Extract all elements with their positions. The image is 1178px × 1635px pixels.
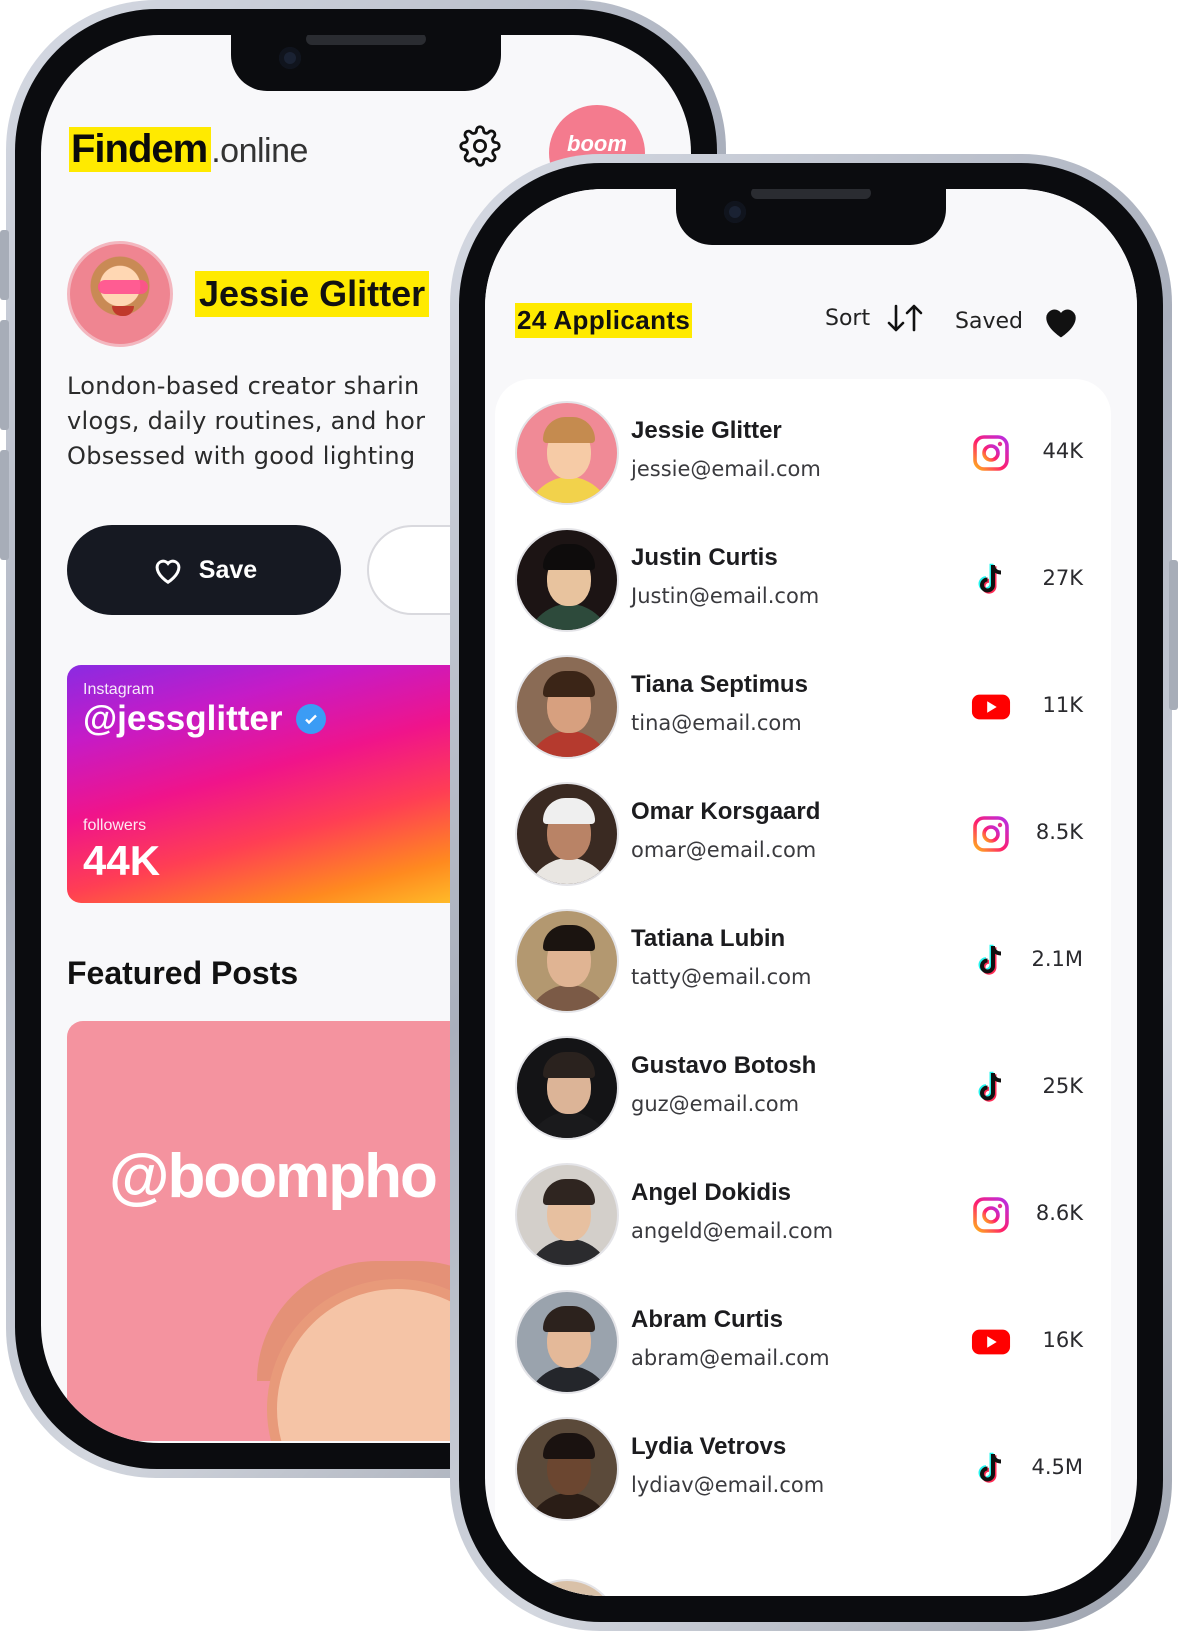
- instagram-icon: [971, 814, 1011, 854]
- instagram-handle: @jessglitter: [83, 699, 283, 738]
- side-button: [0, 450, 9, 560]
- applicants-screen: 24 Applicants Sort Saved Jessie Glitter j…: [485, 189, 1137, 1596]
- mockup-stage: Findem .online boom Jessie Glitter London…: [0, 0, 1178, 1635]
- follower-count: 16K: [1042, 1328, 1084, 1352]
- phone-notch: [676, 189, 946, 245]
- profile-name: Jessie Glitter: [195, 271, 430, 317]
- save-button-label: Save: [198, 555, 258, 584]
- applicant-row[interactable]: Tatiana Lubin tatty@email.com 2.1M: [515, 909, 1095, 1019]
- sort-label: Sort: [825, 305, 871, 331]
- applicant-email: guz@email.com: [631, 1092, 800, 1116]
- follower-count: 4.5M: [1031, 1455, 1083, 1479]
- tiktok-icon: [971, 1449, 1011, 1489]
- applicant-name: Gustavo Botosh: [631, 1052, 817, 1079]
- instagram-icon: [971, 1195, 1011, 1235]
- side-button: [1169, 560, 1178, 710]
- youtube-icon: [971, 1322, 1011, 1362]
- heart-filled-icon: [1046, 309, 1076, 338]
- applicant-email: jessie@email.com: [631, 457, 821, 481]
- featured-posts-title: Featured Posts: [67, 955, 299, 991]
- applicants-list: Jessie Glitter jessie@email.com 44K Justin …: [495, 379, 1111, 1596]
- follower-count: 8.5K: [1035, 820, 1083, 844]
- follower-count: 2.1M: [1031, 947, 1083, 971]
- saved-label: Saved: [955, 308, 1023, 334]
- avatar: [515, 1579, 619, 1596]
- follower-count: 27K: [1042, 566, 1084, 590]
- tiktok-icon: [971, 1068, 1011, 1108]
- avatar: [515, 782, 619, 886]
- applicant-row[interactable]: Justin Curtis Justin@email.com 27K: [515, 528, 1095, 638]
- sort-arrows-icon: [887, 304, 923, 332]
- sort-button[interactable]: Sort: [825, 303, 924, 333]
- applicant-name: Angel Dokidis: [631, 1179, 792, 1206]
- applicants-phone: 24 Applicants Sort Saved Jessie Glitter j…: [450, 154, 1172, 1631]
- applicant-name: Lydia Vetrovs: [631, 1433, 787, 1460]
- followers-value: 44K: [83, 837, 161, 884]
- applicant-name: Jessie Glitter: [631, 417, 782, 444]
- brand-logo[interactable]: Findem .online: [69, 127, 308, 172]
- phone-bezel: 24 Applicants Sort Saved Jessie Glitter j…: [459, 163, 1163, 1622]
- side-button: [0, 230, 9, 300]
- brand-strong: Findem: [69, 127, 212, 172]
- followers-label: followers: [83, 817, 147, 834]
- avatar: [515, 1290, 619, 1394]
- applicant-row[interactable]: Angel Dokidis angeld@email.com 8.6K: [515, 1163, 1095, 1273]
- avatar: [515, 909, 619, 1013]
- instagram-icon: [971, 433, 1011, 473]
- profile-avatar: [67, 241, 173, 347]
- avatar: [515, 1163, 619, 1267]
- applicant-name: Tatiana Lubin: [631, 925, 786, 952]
- applicant-email: abram@email.com: [631, 1346, 830, 1370]
- applicant-email: Justin@email.com: [631, 584, 820, 608]
- applicant-email: angeld@email.com: [631, 1219, 834, 1243]
- avatar: [515, 528, 619, 632]
- applicant-row[interactable]: Lydia Vetrovs lydiav@email.com 4.5M: [515, 1417, 1095, 1527]
- applicant-name: Abram Curtis: [631, 1306, 784, 1333]
- gear-icon[interactable]: [459, 125, 501, 167]
- follower-count: 11K: [1042, 693, 1084, 717]
- avatar: [515, 1036, 619, 1140]
- tiktok-icon: [971, 560, 1011, 600]
- applicant-row[interactable]: Omar Korsgaard omar@email.com 8.5K: [515, 782, 1095, 892]
- follower-count: 44K: [1042, 439, 1084, 463]
- side-button: [0, 320, 9, 430]
- avatar: [515, 401, 619, 505]
- tiktok-icon: [971, 941, 1011, 981]
- phone-notch: [231, 35, 501, 91]
- featured-post-tag: @boompho: [109, 1142, 438, 1211]
- applicant-row[interactable]: Jessie Glitter jessie@email.com 44K: [515, 401, 1095, 511]
- avatar: [515, 1417, 619, 1521]
- heart-outline-icon: [155, 559, 181, 585]
- applicant-name: Tiana Septimus: [631, 671, 808, 698]
- applicant-row[interactable]: Abram Curtis abram@email.com 16K: [515, 1290, 1095, 1400]
- applicant-email: tina@email.com: [631, 711, 802, 735]
- applicant-row[interactable]: Tiana Septimus tina@email.com 11K: [515, 655, 1095, 765]
- applicant-email: omar@email.com: [631, 838, 817, 862]
- applicant-email: tatty@email.com: [631, 965, 812, 989]
- featured-post-card[interactable]: @boompho: [67, 1021, 487, 1441]
- instagram-handle-row: @jessglitter: [83, 699, 327, 739]
- save-button[interactable]: Save: [67, 525, 341, 615]
- applicant-row[interactable]: Gustavo Botosh guz@email.com 25K: [515, 1036, 1095, 1146]
- applicants-count-title: 24 Applicants: [515, 303, 693, 338]
- verified-check-icon: [296, 704, 327, 734]
- applicant-email: lydiav@email.com: [631, 1473, 825, 1497]
- applicant-name: Omar Korsgaard: [631, 798, 821, 825]
- brand-light: .online: [211, 132, 308, 170]
- follower-count: 8.6K: [1035, 1201, 1083, 1225]
- avatar: [515, 655, 619, 759]
- camera-icon: [279, 47, 301, 69]
- instagram-label: Instagram: [83, 681, 155, 698]
- applicant-name: Justin Curtis: [631, 544, 778, 571]
- youtube-icon: [971, 687, 1011, 727]
- follower-count: 25K: [1042, 1074, 1084, 1098]
- saved-filter-button[interactable]: Saved: [955, 303, 1081, 339]
- instagram-card[interactable]: Instagram @jessglitter followers 44K: [67, 665, 487, 903]
- camera-icon: [724, 201, 746, 223]
